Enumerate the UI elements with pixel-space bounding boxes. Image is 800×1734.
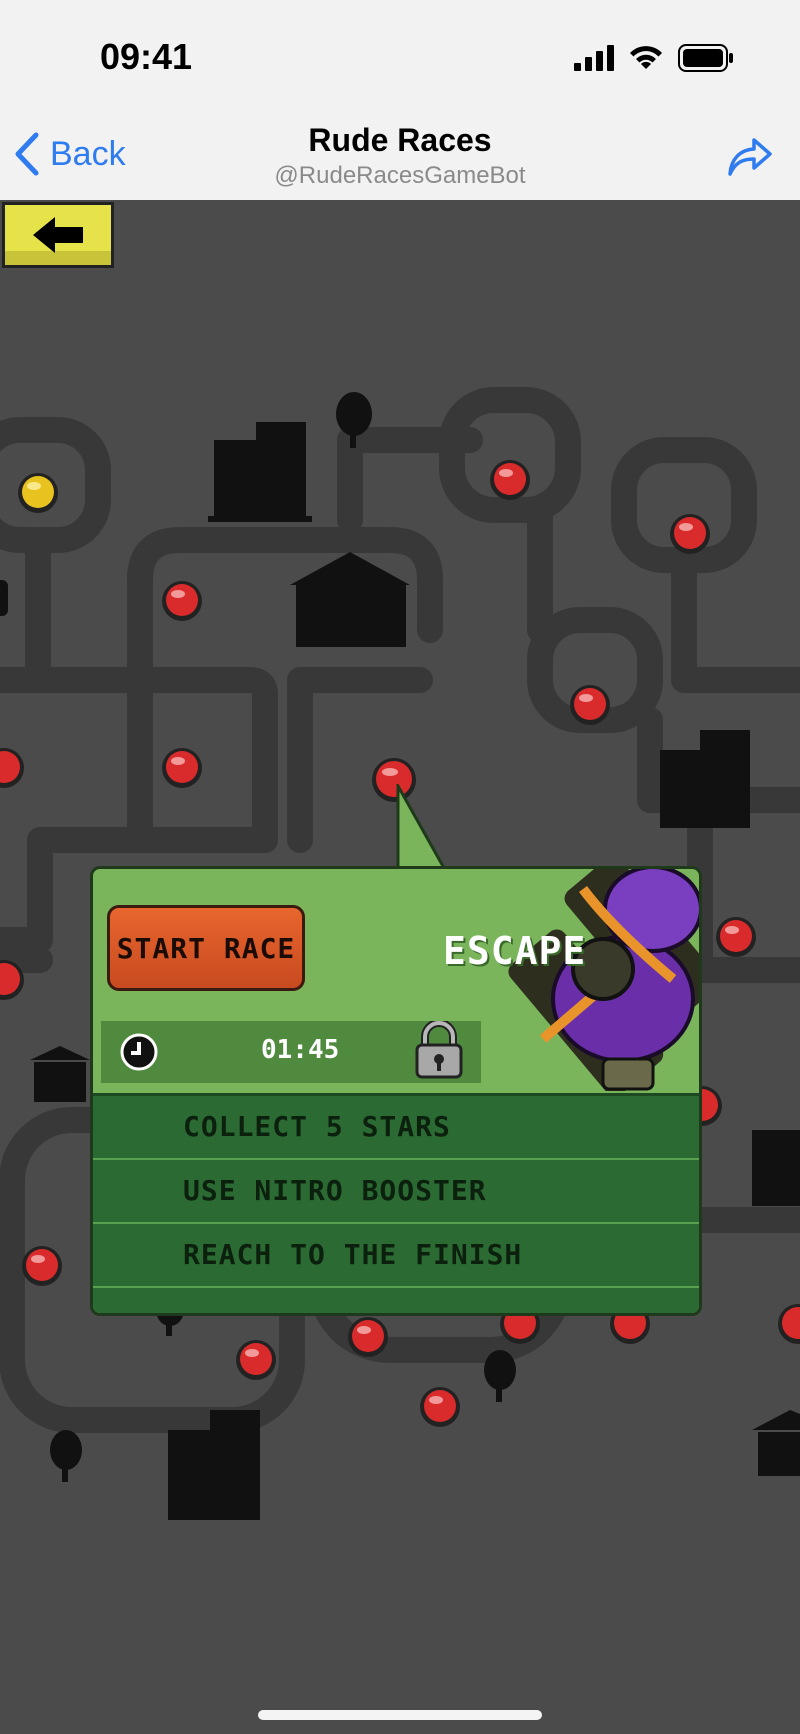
arrow-left-icon [33, 217, 83, 253]
game-canvas[interactable]: START RACE ESCAPE 01:45 COLLECT 5 STARS … [0, 200, 800, 1734]
nav-bar: Back Rude Races @RudeRacesGameBot [0, 118, 800, 201]
objective-item: REACH TO THE FINISH [93, 1224, 699, 1288]
level-node-current [18, 473, 58, 513]
level-node [162, 748, 202, 788]
bank-icon [752, 1410, 800, 1476]
objective-item: COLLECT 5 STARS [93, 1096, 699, 1160]
level-node [716, 917, 756, 957]
bank-icon [30, 1046, 90, 1102]
share-icon [728, 138, 772, 176]
game-back-button[interactable] [2, 202, 114, 268]
office-building-icon [660, 730, 750, 828]
office-building-icon [752, 1130, 800, 1206]
level-node [778, 1304, 800, 1344]
level-node [0, 748, 24, 788]
signal-icon [574, 45, 614, 71]
vehicle-illustration [508, 869, 699, 1091]
level-node [236, 1340, 276, 1380]
time-limit-value: 01:45 [261, 1035, 340, 1065]
tree-icon [0, 580, 8, 616]
level-name: ESCAPE [443, 929, 587, 973]
tree-icon [50, 1430, 82, 1482]
popup-pointer [396, 784, 446, 870]
objective-text: REACH TO THE FINISH [183, 1238, 523, 1271]
school-building-icon [290, 552, 410, 647]
level-node [570, 685, 610, 725]
level-popup: START RACE ESCAPE 01:45 COLLECT 5 STARS … [90, 866, 702, 1316]
level-node [162, 581, 202, 621]
level-node [22, 1246, 62, 1286]
lock-icon [415, 1021, 463, 1079]
bot-username: @RudeRacesGameBot [274, 162, 526, 189]
office-building-icon [208, 422, 312, 522]
level-node [490, 460, 530, 500]
home-indicator[interactable] [258, 1710, 542, 1720]
time-limit-bar: 01:45 [101, 1021, 481, 1083]
battery-icon [678, 44, 733, 72]
wifi-icon [630, 46, 662, 69]
level-node [670, 514, 710, 554]
clock-icon [120, 1033, 158, 1071]
objective-text: USE NITRO BOOSTER [183, 1174, 487, 1207]
level-node [420, 1387, 460, 1427]
status-icons [574, 44, 734, 72]
status-time: 09:41 [100, 36, 193, 77]
objectives-list: COLLECT 5 STARS USE NITRO BOOSTER REACH … [93, 1093, 699, 1313]
tree-icon [484, 1350, 516, 1402]
objective-text: COLLECT 5 STARS [183, 1110, 451, 1143]
status-bar: 09:41 [0, 0, 800, 118]
share-button[interactable] [726, 136, 774, 184]
start-race-button[interactable]: START RACE [107, 905, 305, 991]
chat-title: Rude Races [308, 122, 492, 158]
level-node [348, 1317, 388, 1357]
objective-item: USE NITRO BOOSTER [93, 1160, 699, 1224]
